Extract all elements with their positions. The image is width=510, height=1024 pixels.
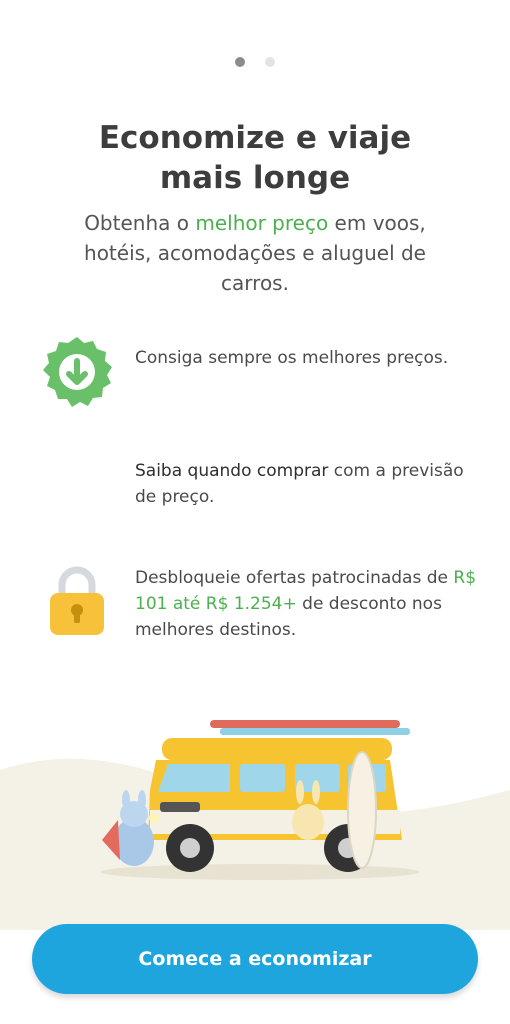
start-saving-button[interactable]: Comece a economizar	[32, 924, 478, 994]
page-indicator	[0, 57, 510, 67]
van-illustration	[100, 720, 420, 880]
download-badge-icon	[40, 335, 114, 409]
feature-text: Consiga sempre os melhores preços.	[135, 348, 449, 368]
feature-text: Desbloqueie ofertas patrocinadas de R$ 1…	[135, 568, 477, 640]
page-title: Economize e viaje mais longe	[98, 120, 412, 196]
lock-icon	[40, 563, 114, 637]
page-dot[interactable]	[265, 57, 275, 67]
feature-text: Saiba quando comprar com a previsão de p…	[135, 461, 464, 507]
page-subtitle: Obtenha o melhor preço em voos, hotéis, …	[84, 211, 426, 295]
page-dot-active[interactable]	[235, 57, 245, 67]
